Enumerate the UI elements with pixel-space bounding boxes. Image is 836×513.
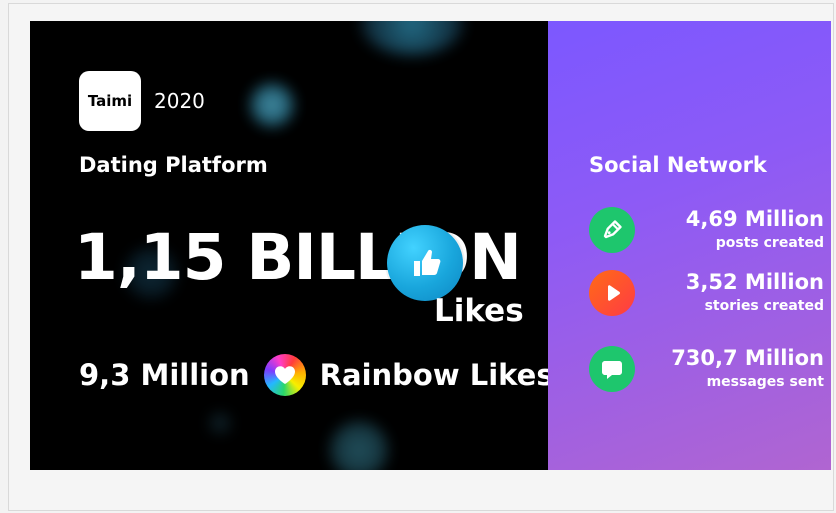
social-network-panel: Social Network 4,69 Million posts create…: [548, 21, 831, 470]
dating-platform-title: Dating Platform: [79, 153, 268, 177]
stories-created-value: 3,52 Million: [685, 270, 824, 294]
thumbs-up-icon: [387, 225, 463, 301]
blurred-like-bubble: [330, 421, 388, 470]
taimi-logo: Taimi: [79, 71, 141, 131]
stories-created-label: stories created: [704, 298, 824, 314]
chat-bubble-icon: [589, 346, 635, 392]
messages-sent-stat: 730,7 Million messages sent: [589, 346, 824, 398]
likes-label: Likes: [434, 293, 524, 329]
rainbow-likes-label: Rainbow Likes: [319, 358, 548, 392]
posts-created-stat: 4,69 Million posts created: [589, 207, 824, 259]
pencil-icon: [589, 207, 635, 253]
blurred-like-bubble: [360, 21, 464, 55]
social-network-title: Social Network: [589, 153, 767, 177]
dating-platform-panel: Taimi 2020 Dating Platform 1,15 BILLION …: [30, 21, 548, 470]
rainbow-likes-row: 9,3 Million Rainbow Likes: [79, 354, 548, 396]
posts-created-label: posts created: [715, 235, 824, 251]
messages-sent-value: 730,7 Million: [671, 346, 824, 370]
stories-created-stat: 3,52 Million stories created: [589, 270, 824, 322]
play-icon: [589, 270, 635, 316]
year-label: 2020: [154, 89, 205, 113]
messages-sent-label: messages sent: [706, 374, 824, 390]
posts-created-value: 4,69 Million: [685, 207, 824, 231]
blurred-like-bubble: [208, 411, 232, 435]
blurred-like-bubble: [250, 83, 294, 127]
stats-infographic: Taimi 2020 Dating Platform 1,15 BILLION …: [30, 21, 831, 470]
rainbow-heart-icon: [263, 354, 306, 396]
image-frame: Taimi 2020 Dating Platform 1,15 BILLION …: [8, 3, 834, 511]
rainbow-likes-count: 9,3 Million: [79, 358, 250, 392]
